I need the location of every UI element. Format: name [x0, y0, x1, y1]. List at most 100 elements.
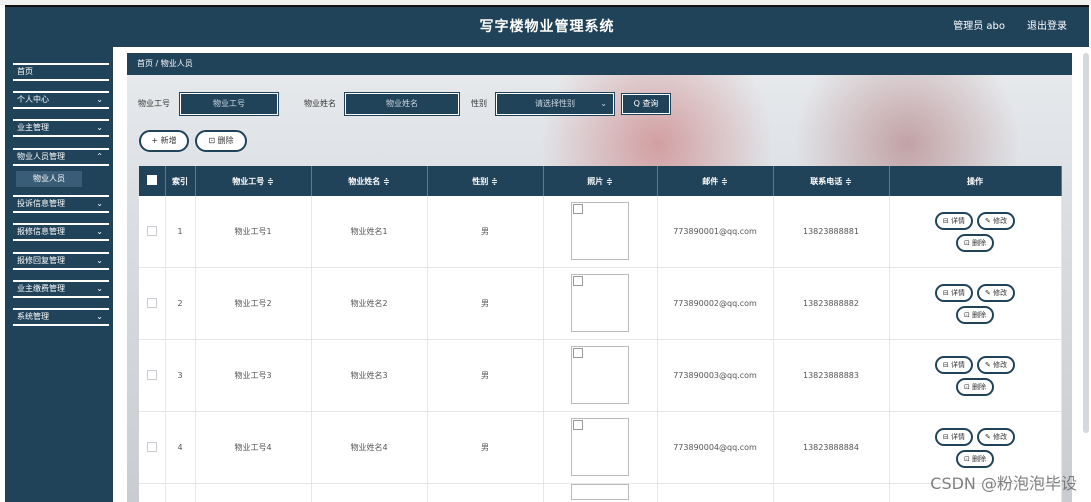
sidebar-item-label: 业主管理 — [17, 123, 49, 132]
job-no-input[interactable]: 物业工号 — [179, 92, 279, 116]
row-email: 773890003@qq.com — [657, 339, 774, 412]
sidebar-item-personal[interactable]: 个人中心 ⌄ — [13, 91, 109, 109]
search-button[interactable]: Q 查询 — [621, 93, 671, 115]
row-job-no: 物业工号3 — [195, 339, 312, 412]
row-checkbox[interactable] — [146, 225, 157, 236]
table-row — [139, 483, 1062, 502]
name-label: 物业姓名 — [304, 99, 336, 108]
row-checkbox[interactable] — [146, 441, 157, 452]
column-header-index: 索引 — [165, 166, 196, 196]
row-job-no: 物业工号4 — [195, 411, 312, 484]
sidebar-item-complaints[interactable]: 投诉信息管理 ⌄ — [13, 195, 109, 213]
page-scrollbar[interactable] — [1083, 53, 1089, 433]
detail-button[interactable]: ⊟ 详情 — [934, 283, 973, 302]
table-row: 3 物业工号3 物业姓名3 男 773890003@qq.com 1382388… — [139, 339, 1062, 412]
delete-button[interactable]: ⊡ 删除 — [955, 449, 995, 468]
delete-button[interactable]: ⊡ 删除 — [955, 233, 995, 252]
column-header-actions: 操作 — [889, 166, 1062, 196]
row-job-no: 物业工号1 — [195, 196, 312, 268]
app-title: 写字楼物业管理系统 — [479, 19, 615, 35]
select-all-cell[interactable] — [139, 166, 166, 196]
select-all-checkbox[interactable] — [146, 175, 157, 185]
column-header-name[interactable]: 物业姓名 ≑ — [311, 166, 428, 196]
edit-button[interactable]: ✎ 修改 — [977, 283, 1016, 302]
row-index: 3 — [165, 339, 196, 412]
table-header-row: 索引 物业工号 ≑ 物业姓名 ≑ 性别 ≑ 照片 ≑ 邮件 ≑ 联系电话 ≑ 操… — [139, 166, 1062, 196]
chevron-down-icon: ⌄ — [96, 256, 103, 265]
sidebar-item-label: 个人中心 — [17, 95, 49, 104]
row-name: 物业姓名1 — [311, 196, 428, 268]
add-button[interactable]: + 新增 — [139, 130, 189, 152]
sidebar-item-home[interactable]: 首页 — [13, 63, 109, 81]
detail-button[interactable]: ⊟ 详情 — [934, 211, 973, 230]
chevron-down-icon: ⌄ — [96, 284, 103, 293]
chevron-down-icon: ⌄ — [96, 312, 103, 321]
photo-image — [571, 484, 629, 500]
breadcrumb-home[interactable]: 首页 — [137, 59, 153, 68]
main-content: 首页 / 物业人员 物业工号 物业工号 物业姓名 物业姓名 性别 请选择性别 ⌄… — [127, 53, 1072, 502]
row-checkbox[interactable] — [146, 369, 157, 380]
watermark: CSDN @粉泡泡毕设 — [930, 474, 1077, 493]
row-actions: ⊟ 详情 ✎ 修改 ⊡ 删除 — [889, 339, 1062, 412]
row-email: 773890002@qq.com — [657, 267, 774, 340]
sidebar-item-payments[interactable]: 业主缴费管理 ⌄ — [13, 280, 109, 298]
row-gender: 男 — [427, 411, 544, 484]
row-gender: 男 — [427, 339, 544, 412]
edit-button[interactable]: ✎ 修改 — [977, 427, 1016, 446]
sidebar-item-label: 系统管理 — [17, 312, 49, 321]
row-name: 物业姓名3 — [311, 339, 428, 412]
sidebar-item-staff[interactable]: 物业人员管理 ⌃ — [13, 148, 109, 166]
row-job-no: 物业工号2 — [195, 267, 312, 340]
edit-button[interactable]: ✎ 修改 — [977, 211, 1016, 230]
current-user: 管理员 abo — [953, 21, 1005, 32]
gender-select[interactable]: 请选择性别 ⌄ — [495, 92, 615, 116]
sidebar-item-label: 投诉信息管理 — [17, 199, 65, 208]
sidebar-item-label: 报修信息管理 — [17, 227, 65, 236]
detail-button[interactable]: ⊟ 详情 — [934, 355, 973, 374]
breadcrumb-current: 物业人员 — [160, 59, 193, 68]
column-header-gender[interactable]: 性别 ≑ — [427, 166, 544, 196]
sidebar-item-label: 物业人员管理 — [17, 152, 65, 161]
chevron-down-icon: ⌄ — [96, 123, 103, 132]
edit-button[interactable]: ✎ 修改 — [977, 355, 1016, 374]
sidebar-item-label: 业主缴费管理 — [17, 284, 65, 293]
table-row: 2 物业工号2 物业姓名2 男 773890002@qq.com 1382388… — [139, 267, 1062, 340]
row-checkbox[interactable] — [146, 297, 157, 308]
column-header-job-no[interactable]: 物业工号 ≑ — [195, 166, 312, 196]
row-index: 4 — [165, 411, 196, 484]
row-gender: 男 — [427, 196, 544, 268]
row-gender: 男 — [427, 267, 544, 340]
name-input[interactable]: 物业姓名 — [344, 92, 460, 116]
photo-image — [571, 345, 629, 404]
delete-button[interactable]: ⊡ 删除 — [955, 305, 995, 324]
sidebar-item-owners[interactable]: 业主管理 ⌄ — [13, 119, 109, 137]
detail-button[interactable]: ⊟ 详情 — [934, 427, 973, 446]
logout-link[interactable]: 退出登录 — [1027, 7, 1067, 47]
chevron-up-icon: ⌃ — [96, 152, 103, 161]
sidebar-item-system[interactable]: 系统管理 ⌄ — [13, 308, 109, 326]
chevron-down-icon: ⌄ — [96, 95, 103, 104]
column-header-phone[interactable]: 联系电话 ≑ — [773, 166, 890, 196]
sidebar-item-repairs[interactable]: 报修信息管理 ⌄ — [13, 223, 109, 241]
row-name: 物业姓名2 — [311, 267, 428, 340]
batch-delete-button[interactable]: ⊡ 删除 — [195, 130, 247, 152]
photo-image — [571, 417, 629, 476]
column-header-photo[interactable]: 照片 ≑ — [543, 166, 658, 196]
staff-table: 索引 物业工号 ≑ 物业姓名 ≑ 性别 ≑ 照片 ≑ 邮件 ≑ 联系电话 ≑ 操… — [139, 166, 1062, 502]
row-actions: ⊟ 详情 ✎ 修改 ⊡ 删除 — [889, 267, 1062, 340]
job-no-label: 物业工号 — [138, 99, 170, 108]
row-email: 773890001@qq.com — [657, 196, 774, 268]
row-phone: 13823888884 — [773, 411, 890, 484]
sidebar-item-repair-replies[interactable]: 报修回复管理 ⌄ — [13, 252, 109, 270]
broken-image-icon — [573, 419, 583, 430]
sidebar-item-label: 报修回复管理 — [17, 256, 65, 265]
sidebar-subitem-staff[interactable]: 物业人员 — [16, 171, 82, 187]
broken-image-icon — [573, 347, 583, 358]
row-phone: 13823888883 — [773, 339, 890, 412]
delete-button[interactable]: ⊡ 删除 — [955, 377, 995, 396]
row-actions: ⊟ 详情 ✎ 修改 ⊡ 删除 — [889, 196, 1062, 268]
chevron-down-icon: ⌄ — [96, 199, 103, 208]
chevron-down-icon: ⌄ — [96, 227, 103, 236]
row-phone: 13823888882 — [773, 267, 890, 340]
column-header-email[interactable]: 邮件 ≑ — [657, 166, 774, 196]
